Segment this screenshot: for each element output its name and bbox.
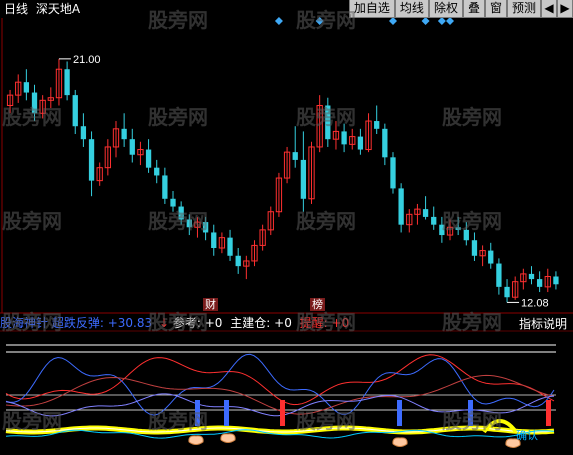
candle-body-down (455, 227, 461, 230)
signal-diamond-icon (315, 17, 324, 25)
reference-value: +0 (204, 316, 223, 330)
candle-body-down (129, 139, 135, 155)
candle-body-down (463, 229, 469, 241)
build-position-value: +0 (274, 316, 292, 330)
overlay-button[interactable]: 叠 (462, 0, 485, 18)
candle-body-down (382, 128, 388, 158)
signal-diamond-icon (388, 17, 397, 25)
indicator-name[interactable]: 股海神针 (0, 316, 48, 330)
alert-label: 提醒: (299, 316, 328, 330)
candle-body-down (528, 273, 535, 280)
buy-signal-icon (220, 433, 236, 443)
candle-body-down (422, 209, 429, 217)
forecast-button[interactable]: 预测 (506, 0, 541, 18)
candle-body-down (178, 206, 184, 220)
candle-body-down (439, 224, 445, 236)
financial-report-marker[interactable]: 财 (203, 298, 218, 311)
candle-body-down (341, 131, 347, 145)
chart-canvas[interactable]: 21.00 12.08 (0, 0, 573, 455)
indicator-info-bar: 股海神针 超跌反弹: +30.83 ↓ 参考: +0 主建仓: +0 提醒: +… (0, 316, 349, 330)
indicator-line-red (5, 354, 555, 406)
indicator-bar (195, 400, 200, 426)
toolbar: 加自选 均线 除权 叠 窗 预测 ◀ ▶ (348, 0, 573, 18)
window-button[interactable]: 窗 (484, 0, 507, 18)
candle-body-down (504, 286, 510, 298)
indicator-explain-button[interactable]: 指标说明 (519, 317, 567, 331)
candle-body-down (162, 175, 168, 199)
signal-diamond-icon (421, 17, 430, 25)
candle-body-down (88, 139, 95, 181)
signal-diamond-icon (446, 17, 455, 25)
candle-body-down (390, 157, 396, 189)
candle-body-down (488, 250, 494, 264)
indicator-bar (224, 400, 229, 426)
rebound-value: +30.83 (107, 316, 153, 330)
indicator-bar (468, 400, 473, 426)
candle-body-down (496, 263, 502, 287)
add-watchlist-button[interactable]: 加自选 (348, 0, 395, 18)
title-bar: 日线 深天地A (4, 2, 80, 16)
reference-label: 参考: (172, 316, 201, 330)
candle-body-down (471, 240, 478, 256)
high-price-label: 21.00 (73, 54, 101, 66)
candle-body-down (235, 255, 241, 267)
candle-body-down (553, 276, 559, 285)
candle-body-down (227, 237, 233, 256)
nav-left-icon[interactable]: ◀ (541, 0, 557, 18)
candle-body-down (536, 279, 543, 287)
down-arrow-icon: ↓ (158, 316, 170, 330)
candle-body-down (145, 149, 152, 168)
candle-body-down (154, 167, 160, 176)
candle-body-down (357, 136, 364, 150)
candle-body-down (300, 159, 307, 199)
nav-right-icon[interactable]: ▶ (557, 0, 573, 18)
ranking-list-marker[interactable]: 榜 (310, 298, 325, 311)
build-position-label: 主建仓: (230, 316, 271, 330)
buy-signal-icon (188, 435, 204, 445)
candle-body-down (325, 105, 331, 140)
indicator-bar (397, 400, 402, 426)
candle-body-down (186, 219, 192, 228)
stock-name: 深天地A (35, 2, 81, 16)
candle-body-down (23, 82, 30, 93)
candle-body-down (72, 95, 78, 127)
candle-body-down (431, 216, 437, 225)
candle-body-down (202, 222, 209, 233)
candle-body-down (374, 121, 380, 129)
stock-chart-window: 21.00 12.08 日线 深天地A 加自选 均线 除权 叠 窗 预测 ◀ ▶ … (0, 0, 573, 455)
candle-body-down (292, 152, 298, 160)
candle-body-down (31, 92, 38, 114)
buy-signal-icon (392, 437, 408, 447)
candle-body-down (398, 188, 404, 225)
alert-value: +0 (331, 316, 350, 330)
indicator-bar (546, 400, 551, 426)
candle-body-down (80, 126, 87, 140)
signal-diamond-icon (274, 17, 283, 25)
signal-diamond-icon (437, 17, 446, 25)
moving-average-button[interactable]: 均线 (394, 0, 429, 18)
rebound-label: 超跌反弹: (51, 316, 104, 330)
candle-body-down (64, 69, 70, 96)
candle-body-down (121, 128, 127, 140)
indicator-bar (280, 400, 285, 426)
buy-confirm-tag: 确认 (516, 429, 538, 442)
low-price-label: 12.08 (521, 297, 549, 309)
period-label[interactable]: 日线 (4, 2, 28, 16)
candle-body-down (170, 198, 176, 207)
candle-body-down (211, 232, 217, 248)
ex-rights-button[interactable]: 除权 (428, 0, 463, 18)
